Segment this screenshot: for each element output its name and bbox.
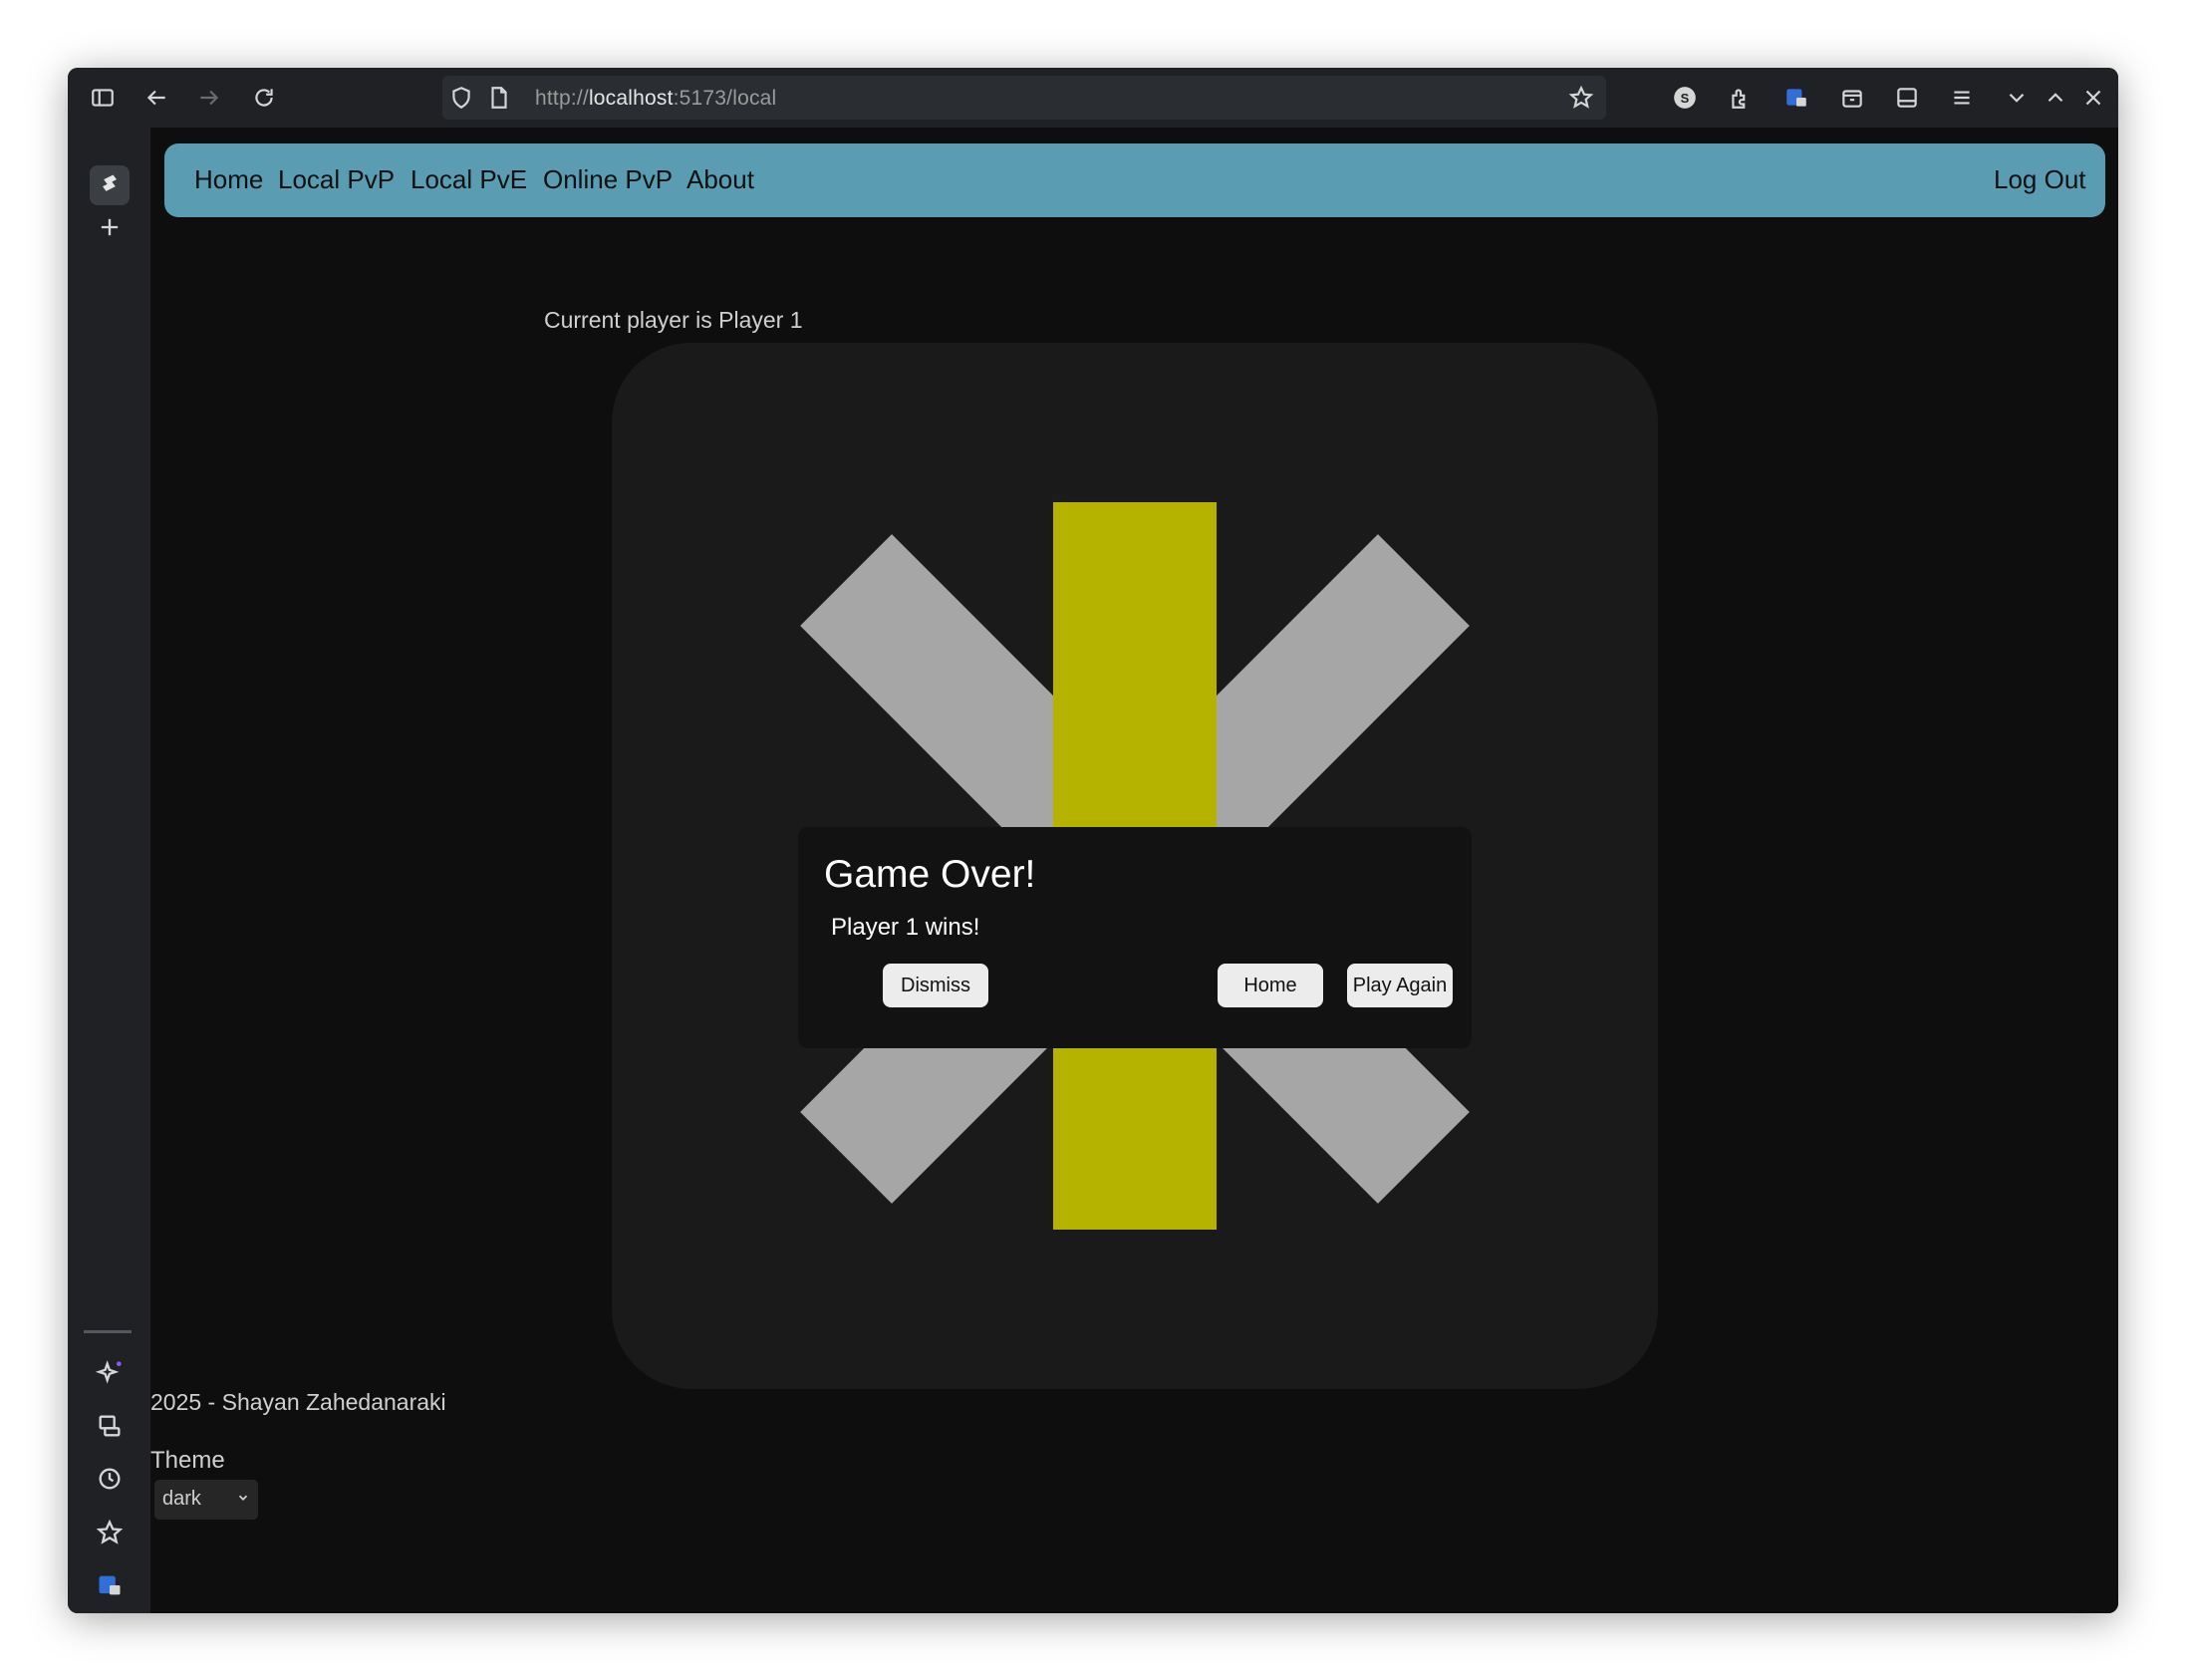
page-content: Home Local PvP Local PvE Online PvP Abou… [150,128,2118,1613]
history-clock-icon[interactable] [90,1459,130,1499]
nav-about-link[interactable]: About [686,164,754,195]
theme-select[interactable]: dark [154,1480,258,1520]
container-icon[interactable] [1837,83,1867,113]
sidebar-toggle-icon[interactable] [88,83,118,113]
logout-link[interactable]: Log Out [1994,164,2086,195]
reload-icon[interactable] [249,83,279,113]
url-text[interactable]: http://localhost:5173/local [535,87,776,111]
theme-select-value: dark [162,1488,201,1510]
extensions-icon[interactable] [1726,83,1756,113]
top-navbar: Home Local PvP Local PvE Online PvP Abou… [164,143,2105,217]
nav-online-pvp-link[interactable]: Online PvP [543,164,673,195]
game-over-dialog: Game Over! Player 1 wins! Dismiss Home P… [798,827,1472,1048]
sync-tabs-icon[interactable] [90,1406,130,1446]
svg-text:S: S [1681,91,1690,106]
dialog-message: Player 1 wins! [831,914,980,941]
close-icon[interactable] [2078,83,2108,113]
sidebar-divider [84,1330,132,1333]
bookmarks-star-icon[interactable] [90,1513,130,1552]
reader-view-icon[interactable] [1892,83,1922,113]
nav-home-link[interactable]: Home [194,164,263,195]
current-player-status: Current player is Player 1 [544,307,803,333]
dismiss-button[interactable]: Dismiss [883,964,988,1007]
nav-local-pve-link[interactable]: Local PvE [410,164,527,195]
bookmark-star-icon[interactable] [1566,83,1596,113]
browser-sidebar [68,128,150,1613]
forward-icon[interactable] [194,83,224,113]
theme-label: Theme [150,1447,225,1474]
play-again-button[interactable]: Play Again [1347,964,1453,1007]
nav-local-pvp-link[interactable]: Local PvP [278,164,395,195]
dialog-title: Game Over! [824,853,1036,896]
url-bar[interactable]: http://localhost:5173/local [442,76,1606,120]
browser-toolbar: http://localhost:5173/local S [68,68,2118,128]
ai-sparkle-icon[interactable] [90,1353,130,1393]
app-tab-icon[interactable] [90,165,130,205]
menu-icon[interactable] [1947,83,1977,113]
maximize-icon[interactable] [2041,83,2070,113]
chevron-down-icon [238,1495,248,1501]
vpn-sidebar-icon[interactable] [90,1565,130,1605]
browser-window: http://localhost:5173/local S Home Local… [68,68,2118,1613]
chevron-down-icon[interactable] [2002,83,2032,113]
back-icon[interactable] [141,83,171,113]
page-icon [484,83,514,113]
vpn-shield-icon[interactable] [1781,83,1811,113]
new-tab-plus-icon[interactable] [90,207,130,247]
shield-icon[interactable] [446,83,476,113]
account-icon[interactable]: S [1670,83,1700,113]
footer-copyright: 2025 - Shayan Zahedanaraki [150,1389,446,1415]
home-button[interactable]: Home [1218,964,1323,1007]
